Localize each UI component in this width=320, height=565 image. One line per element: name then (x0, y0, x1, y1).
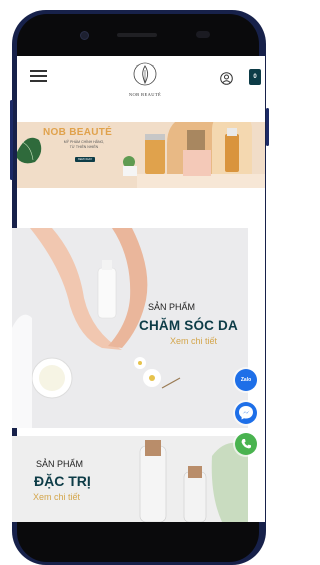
phone-speaker (117, 33, 157, 37)
banner-subtitle: MỸ PHẨM CHÍNH HÃNG, TỪ THIÊN NHIÊN (63, 140, 105, 149)
card-treatment-link[interactable]: Xem chi tiết (33, 492, 80, 502)
banner-cta-label: XEM NGAY (77, 157, 93, 161)
card-skincare-prelabel: SẢN PHẨM (148, 302, 196, 312)
card-skincare-link[interactable]: Xem chi tiết (170, 336, 217, 346)
card-treatment-prelabel: SẢN PHẨM (36, 459, 84, 469)
card-treatment-title: ĐẶC TRỊ (34, 473, 91, 489)
zalo-chat-button[interactable]: Zalo (235, 369, 257, 391)
messenger-icon (239, 406, 253, 420)
phone-sensor (196, 31, 210, 38)
hero-banner[interactable]: NOB BEAUTÉ MỸ PHẨM CHÍNH HÃNG, TỪ THIÊN … (17, 122, 265, 188)
brand-logo[interactable]: NOB BEAUTÉ (121, 58, 169, 98)
leaf-logo-icon (133, 62, 157, 86)
user-account-icon[interactable] (220, 72, 233, 85)
banner-cta-button[interactable]: XEM NGAY (75, 157, 95, 162)
zalo-label: Zalo (240, 377, 252, 383)
site-header: NOB BEAUTÉ 0 (17, 56, 265, 100)
cart-count-badge: 0 (253, 74, 257, 80)
banner-title: NOB BEAUTÉ (43, 127, 113, 138)
card-skincare-title: CHĂM SÓC DA (139, 318, 238, 333)
messenger-button[interactable] (235, 402, 257, 424)
phone-icon (241, 439, 251, 449)
phone-side-button (10, 100, 13, 180)
menu-icon[interactable] (30, 70, 47, 82)
call-button[interactable] (235, 433, 257, 455)
front-camera (80, 31, 89, 40)
cart-icon[interactable]: 0 (249, 69, 261, 85)
phone-side-button (266, 108, 269, 146)
logo-text: NOB BEAUTÉ (128, 92, 162, 97)
